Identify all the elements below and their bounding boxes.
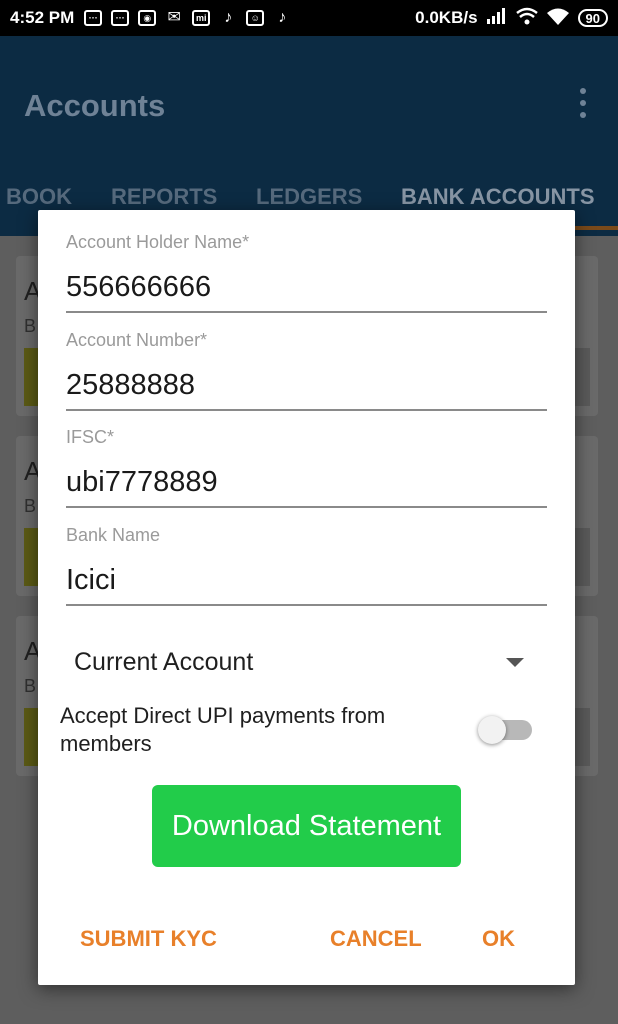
- field-label: Account Holder Name*: [66, 232, 250, 252]
- tiktok-icon: ♪: [278, 9, 287, 26]
- tab-book[interactable]: BOOK: [6, 184, 72, 210]
- dropdown-arrow-icon[interactable]: [506, 657, 524, 667]
- mail-open-icon: ✉: [167, 9, 181, 26]
- bank-account-dialog: Account Holder Name* 556666666 Account N…: [38, 210, 575, 985]
- bank-name-input[interactable]: Icici: [66, 560, 547, 600]
- upi-payments-toggle[interactable]: [478, 715, 534, 744]
- game-icon: ◉: [138, 10, 157, 26]
- account-holder-name-field[interactable]: Account Holder Name* 556666666: [66, 232, 547, 313]
- bank-name-field[interactable]: Bank Name Icici: [66, 525, 547, 606]
- message-icon: ···: [84, 10, 103, 26]
- download-statement-button[interactable]: Download Statement: [152, 785, 461, 867]
- account-number-field[interactable]: Account Number* 25888888: [66, 330, 547, 411]
- tiktok-icon: ♪: [224, 9, 233, 26]
- account-type-value: Current Account: [74, 647, 254, 676]
- wifi-call-icon: [515, 7, 538, 30]
- message-icon: ···: [111, 10, 130, 26]
- cat-icon: ☺: [246, 10, 265, 26]
- tab-reports[interactable]: REPORTS: [111, 184, 217, 210]
- status-time: 4:52 PM: [10, 8, 75, 27]
- submit-kyc-button[interactable]: SUBMIT KYC: [80, 926, 217, 952]
- account-number-input[interactable]: 25888888: [66, 365, 547, 405]
- network-speed: 0.0KB/s: [415, 8, 478, 27]
- more-options-icon[interactable]: [580, 88, 586, 124]
- wifi-icon: [546, 7, 570, 30]
- field-label: Account Number*: [66, 330, 208, 350]
- field-label: IFSC*: [66, 427, 115, 447]
- ifsc-input[interactable]: ubi7778889: [66, 462, 547, 502]
- account-holder-name-input[interactable]: 556666666: [66, 267, 547, 307]
- account-type-select[interactable]: Current Account: [74, 644, 524, 680]
- app-bar: Accounts BOOK REPORTS LEDGERS BANK ACCOU…: [0, 36, 618, 236]
- upi-payments-label: Accept Direct UPI payments from members: [60, 703, 386, 756]
- ifsc-field[interactable]: IFSC* ubi7778889: [66, 427, 547, 508]
- battery-icon: 90: [577, 9, 608, 27]
- signal-icon: [486, 7, 508, 29]
- tab-bank-accounts[interactable]: BANK ACCOUNTS: [401, 184, 595, 210]
- mi-icon: mi: [192, 10, 211, 26]
- cancel-button[interactable]: CANCEL: [330, 926, 422, 952]
- status-bar: 4:52 PM ··· ··· ◉ ✉ mi ♪ ☺ ♪ 0.0KB/s 90: [0, 0, 618, 36]
- tab-ledgers[interactable]: LEDGERS: [256, 184, 362, 210]
- field-label: Bank Name: [66, 525, 161, 545]
- ok-button[interactable]: OK: [482, 926, 515, 952]
- notification-icons: ··· ··· ◉ ✉ mi ♪ ☺ ♪: [84, 10, 291, 26]
- status-right: 0.0KB/s 90: [415, 7, 608, 30]
- dialog-actions: SUBMIT KYC CANCEL OK: [38, 920, 575, 956]
- page-title: Accounts: [24, 88, 166, 123]
